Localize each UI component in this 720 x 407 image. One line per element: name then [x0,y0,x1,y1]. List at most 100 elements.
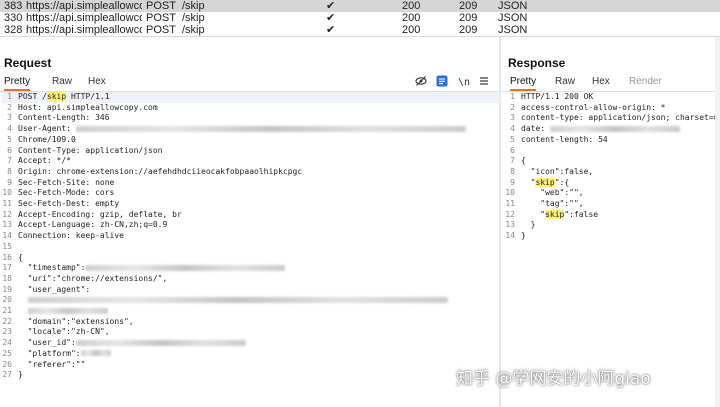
menu-icon[interactable] [478,75,490,87]
line-number: 5 [510,134,515,144]
line-number: 11 [505,199,515,208]
history-method: POST [146,12,176,24]
history-check: ✔ [326,24,336,36]
eye-slash-icon[interactable] [415,75,427,87]
scrollbar-track[interactable] [715,36,720,407]
request-panel-title: Request [4,56,52,70]
header-host: Host: api.simpleallowcopy.com [18,102,158,112]
history-url: https://api.simpleallowcopy.com [26,0,142,12]
line-number: 17 [2,263,12,273]
history-status: 200 [402,12,421,24]
line-number: 24 [2,338,12,348]
json-user-agent: "user_agent": [18,284,91,294]
response-panel-title: Response [508,56,566,70]
line-number: 4 [510,124,515,134]
json-close-brace: } [521,231,526,241]
header-sec-fetch-dest: Sec-Fetch-Dest: empty [18,199,120,208]
json-inner-close: } [521,220,536,230]
redacted-value [80,350,111,357]
json-locale: "locale":"zh-CN", [18,327,110,337]
line-number: 7 [7,156,12,166]
line-number: 22 [2,316,12,326]
request-editor[interactable]: 1 POST /skip HTTP/1.1 2 Host: api.simpleal… [2,92,500,402]
line-number: 12 [505,209,515,219]
line-number: 8 [7,166,12,176]
json-uri: "uri":"chrome://extensions/", [18,273,168,283]
history-check: ✔ [326,0,336,12]
header-sec-fetch-site: Sec-Fetch-Site: none [18,177,115,187]
response-tabs: Pretty Raw Hex Render [502,74,715,91]
line-number: 10 [505,188,515,198]
header-sec-fetch-mode: Sec-Fetch-Mode: cors [18,188,115,198]
history-status: 200 [402,24,421,36]
search-match-skip: skip [545,209,565,219]
header-content-type: content-type: application/json; charset=… [521,113,715,123]
message-icon[interactable] [436,75,448,87]
header-acao: access-control-allow-origin: * [521,102,666,112]
line-number: 5 [7,134,12,144]
history-mime: JSON [498,24,528,36]
tab-response-hex[interactable]: Hex [592,74,610,89]
history-method: POST [146,24,176,36]
line-number: 26 [2,359,12,369]
history-length: 209 [459,24,478,36]
svg-text:\n: \n [458,77,470,87]
pane-top-border [0,36,720,37]
tab-request-hex[interactable]: Hex [88,74,106,89]
line-number: 2 [510,102,515,112]
history-row[interactable]: 330https://api.simpleallowcopy.com POST/s… [0,12,720,24]
json-icon: "icon":false, [521,166,594,176]
json-open-brace: { [521,156,526,166]
history-path: /skip [182,24,205,36]
http-history-table: 383https://api.simpleallowcopy.com POST/s… [0,0,720,36]
history-mime: JSON [498,12,528,24]
line-number: 9 [7,177,12,187]
json-open-brace: { [18,252,23,262]
redacted-value [27,307,108,314]
search-match-skip: skip [46,92,67,101]
history-row[interactable]: 328https://api.simpleallowcopy.com POST/s… [0,24,720,36]
user-agent-continued: Chrome/109.0 [18,134,76,144]
json-skip-bool: "skip":false [521,209,599,219]
redacted-value [85,264,286,271]
history-url: https://api.simpleallowcopy.com [26,12,142,24]
header-accept: Accept: */* [18,156,71,166]
history-mime: JSON [498,0,528,12]
line-number: 6 [7,145,12,155]
search-match-skip: skip [535,177,555,187]
line-number: 18 [2,273,12,283]
header-content-length: Content-Length: 346 [18,113,110,123]
line-number: 14 [505,231,515,241]
header-connection: Connection: keep-alive [18,231,124,241]
line-number: 14 [2,231,12,241]
redacted-value [27,296,448,303]
history-path: /skip [182,0,205,12]
redacted-value [75,125,466,132]
tab-response-raw[interactable]: Raw [555,74,575,89]
watermark-text: 知乎 @学网安的小阿giao [456,369,651,389]
line-number: 4 [7,124,12,134]
line-number: 19 [2,284,12,294]
line-number: 9 [510,177,515,187]
tab-response-pretty[interactable]: Pretty [510,74,537,91]
line-number: 15 [2,241,12,251]
line-number: 25 [2,348,12,358]
line-number: 8 [510,166,515,176]
history-method: POST [146,0,176,12]
tab-request-raw[interactable]: Raw [52,74,72,89]
newline-icon[interactable]: \n [458,75,470,87]
history-row[interactable]: 383https://api.simpleallowcopy.com POST/s… [0,0,720,12]
json-user-agent-value-cont [18,306,108,317]
redacted-value [549,125,680,132]
history-length: 209 [459,12,478,24]
response-editor[interactable]: 1 HTTP/1.1 200 OK 2 access-control-allow-o… [505,92,715,292]
tab-request-pretty[interactable]: Pretty [4,74,31,91]
json-referer: "referer":"" [18,359,86,369]
history-status: 200 [402,0,421,12]
line-number: 12 [2,209,12,219]
line-number: 16 [2,252,12,262]
line-number: 13 [505,220,515,230]
tab-response-render[interactable]: Render [629,74,662,89]
header-content-type: Content-Type: application/json [18,145,163,155]
header-date: date: [521,124,680,135]
